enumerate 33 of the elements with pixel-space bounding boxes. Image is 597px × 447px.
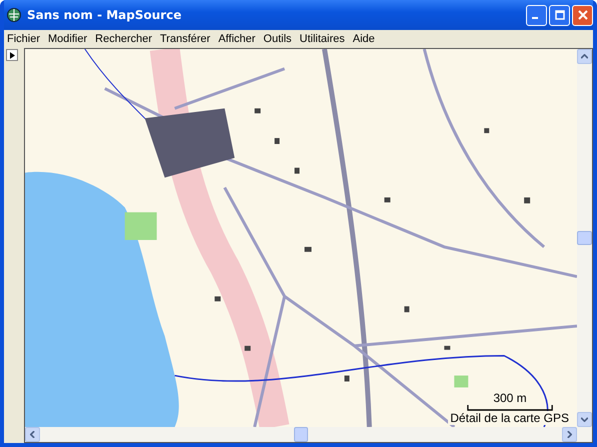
scroll-down-button[interactable] bbox=[577, 412, 592, 427]
menu-item[interactable]: Fichier bbox=[4, 33, 46, 45]
window-title: Sans nom - MapSource bbox=[27, 8, 182, 22]
vertical-scrollbar[interactable] bbox=[577, 49, 592, 427]
scroll-thumb[interactable] bbox=[577, 231, 592, 245]
triangle-right-icon bbox=[10, 52, 14, 58]
menu-item[interactable]: Afficher bbox=[215, 33, 260, 45]
menu-item[interactable]: Modifier bbox=[45, 33, 92, 45]
minimize-button[interactable] bbox=[526, 4, 547, 26]
menu-item[interactable]: Outils bbox=[260, 33, 297, 45]
expand-button[interactable] bbox=[6, 49, 18, 61]
menu-item[interactable]: Utilitaires bbox=[296, 33, 350, 45]
globe-icon bbox=[6, 7, 22, 23]
scroll-right-button[interactable] bbox=[562, 427, 577, 442]
chevron-down-icon bbox=[581, 417, 588, 422]
menu-item[interactable]: Aide bbox=[350, 33, 380, 45]
map-drawing[interactable] bbox=[25, 49, 577, 427]
chevron-left-icon bbox=[30, 431, 35, 438]
maximize-icon bbox=[554, 10, 564, 20]
close-icon bbox=[578, 10, 588, 20]
map-detail-label: Détail de la carte GPS bbox=[448, 411, 571, 425]
scroll-thumb[interactable] bbox=[294, 427, 308, 442]
chevron-up-icon bbox=[581, 54, 588, 59]
minimize-icon bbox=[532, 17, 538, 19]
menu-item[interactable]: Transférer bbox=[157, 33, 216, 45]
maximize-button[interactable] bbox=[549, 4, 570, 26]
scroll-left-button[interactable] bbox=[25, 427, 40, 442]
chevron-right-icon bbox=[567, 431, 572, 438]
scroll-up-button[interactable] bbox=[577, 49, 592, 64]
scale-label: 300 m bbox=[493, 392, 527, 405]
horizontal-scrollbar[interactable] bbox=[25, 427, 592, 442]
menu-item[interactable]: Rechercher bbox=[92, 33, 157, 45]
close-button[interactable] bbox=[572, 4, 593, 26]
